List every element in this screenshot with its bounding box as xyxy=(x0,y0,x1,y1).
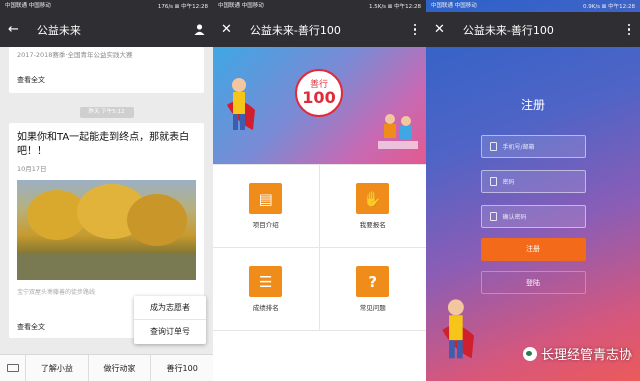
article-date: 10月17日 xyxy=(17,165,47,173)
panel-home: 中国联通 中国移动 1.5K/s ⊠ 中午12:28 ✕ 公益未来-善行100 … xyxy=(213,0,426,381)
brand-logo: 善行 100 xyxy=(295,69,343,117)
list-icon: ☰ xyxy=(249,266,283,297)
close-icon[interactable]: ✕ xyxy=(434,22,445,37)
menu-action[interactable]: 做行动家 xyxy=(89,354,152,381)
confirm-password-field[interactable]: 确认密码 xyxy=(480,205,586,228)
card-snippet: 2017-2018赛季·全国青年公益实践大赛 xyxy=(17,51,133,59)
mascot-image xyxy=(227,78,255,130)
more-icon[interactable] xyxy=(626,23,632,36)
person-icon[interactable] xyxy=(194,24,205,35)
status-bar: 中国联通 中国移动 176/s ⊠ 中午12:28 xyxy=(0,0,213,12)
tile-label: 成绩排名 xyxy=(252,304,279,312)
status-right: 0.9K/s ⊠ 中午12:28 xyxy=(582,4,635,10)
menu-shanxing[interactable]: 善行100 xyxy=(151,355,213,381)
read-more-link[interactable]: 查看全文 xyxy=(17,322,45,332)
status-right: 1.5K/s ⊠ 中午12:28 xyxy=(368,4,421,10)
question-icon: ? xyxy=(356,266,390,297)
carrier-text: 中国联通 中国移动 xyxy=(431,2,477,9)
close-icon[interactable]: ✕ xyxy=(221,22,232,37)
hand-icon: ✋ xyxy=(356,183,390,214)
keyboard-icon[interactable] xyxy=(0,354,26,381)
tile-label: 我要报名 xyxy=(359,221,386,229)
tile-ranking[interactable]: ☰ 成绩排名 xyxy=(213,248,320,331)
read-more-link[interactable]: 查看全文 xyxy=(17,75,45,85)
panel-register: 中国联通 中国移动 0.9K/s ⊠ 中午12:28 ✕ 公益未来-善行100 … xyxy=(426,0,640,381)
article-photo xyxy=(17,180,196,280)
status-bar: 中国联通 中国移动 1.5K/s ⊠ 中午12:28 xyxy=(213,0,426,12)
field-placeholder: 确认密码 xyxy=(502,214,527,221)
tile-project-intro[interactable]: ▤ 项目介绍 xyxy=(213,165,320,248)
article-card[interactable]: 2017-2018赛季·全国青年公益实践大赛 查看全文 xyxy=(9,47,204,93)
mascot-image xyxy=(442,299,474,359)
app-header: ✕ 公益未来-善行100 xyxy=(213,12,426,47)
app-header: ✕ 公益未来-善行100 xyxy=(426,12,640,47)
tile-signup[interactable]: ✋ 我要报名 xyxy=(319,165,426,248)
phone-icon xyxy=(489,142,497,151)
header-title: 公益未来-善行100 xyxy=(249,23,341,37)
carrier-text: 中国联通 中国移动 xyxy=(218,2,264,9)
panel-chat: 中国联通 中国移动 176/s ⊠ 中午12:28 ← 公益未来 2017-20… xyxy=(0,0,213,381)
menu-item-volunteer[interactable]: 成为志愿者 xyxy=(134,296,206,320)
more-icon[interactable] xyxy=(412,23,418,36)
wechat-icon xyxy=(522,346,537,361)
menu-item-order-query[interactable]: 查询订单号 xyxy=(134,320,206,344)
lock-icon xyxy=(489,177,497,186)
field-placeholder: 密码 xyxy=(502,179,515,186)
register-button[interactable]: 注册 xyxy=(480,238,586,261)
header-title: 公益未来 xyxy=(36,23,81,37)
photo-caption: 宝宁双屋头枣藤善的徒步路线 xyxy=(17,289,96,296)
phone-email-field[interactable]: 手机号/邮箱 xyxy=(480,135,586,158)
carrier-text: 中国联通 中国移动 xyxy=(5,2,51,9)
watermark: 长理经管青志协 xyxy=(522,344,632,363)
article-title: 如果你和TA一起能走到终点，那就表白吧！！ xyxy=(17,132,190,157)
status-bar: 中国联通 中国移动 0.9K/s ⊠ 中午12:28 xyxy=(426,0,640,12)
tile-label: 常见问题 xyxy=(359,304,386,312)
back-arrow-icon[interactable]: ← xyxy=(8,22,19,37)
app-header: ← 公益未来 xyxy=(0,12,213,47)
menu-learn[interactable]: 了解小益 xyxy=(26,354,89,381)
lock-icon xyxy=(489,212,497,221)
register-title: 注册 xyxy=(520,98,545,112)
feature-grid: ▤ 项目介绍 ✋ 我要报名 ☰ 成绩排名 ? 常见问题 xyxy=(213,164,426,331)
tile-faq[interactable]: ? 常见问题 xyxy=(319,248,426,331)
field-placeholder: 手机号/邮箱 xyxy=(502,144,535,151)
cartoon-people-image xyxy=(378,114,418,149)
password-field[interactable]: 密码 xyxy=(480,170,586,193)
login-button[interactable]: 登陆 xyxy=(480,271,586,294)
time-pill: 昨天 下午5:12 xyxy=(79,107,134,118)
header-title: 公益未来-善行100 xyxy=(462,23,554,37)
document-icon: ▤ xyxy=(249,183,283,214)
status-right: 176/s ⊠ 中午12:28 xyxy=(157,4,208,10)
banner: 善行 100 xyxy=(213,47,426,164)
screenshot-collage: 中国联通 中国移动 176/s ⊠ 中午12:28 ← 公益未来 2017-20… xyxy=(0,0,640,381)
tile-label: 项目介绍 xyxy=(252,221,279,229)
submenu-popup: 成为志愿者 查询订单号 xyxy=(134,296,206,344)
bottom-menu: 了解小益 做行动家 善行100 xyxy=(0,354,213,381)
